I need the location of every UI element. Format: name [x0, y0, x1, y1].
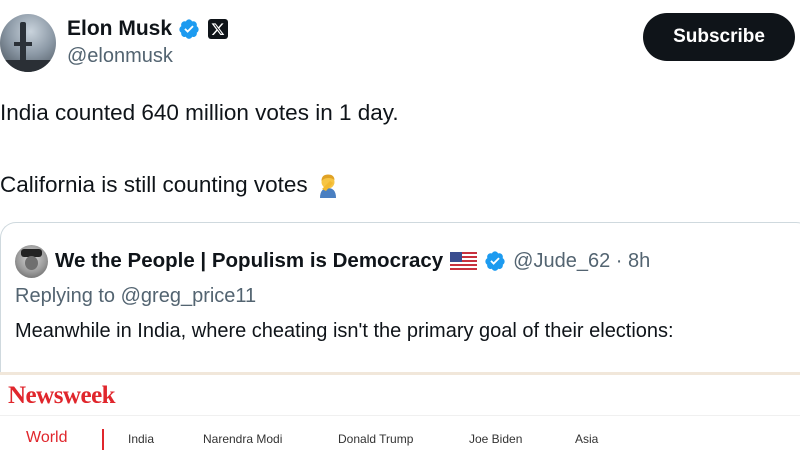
- newsweek-nav-world[interactable]: World: [26, 429, 68, 447]
- author-name-row: Elon Musk: [67, 15, 229, 43]
- quoted-tweet-header: We the People | Populism is Democracy @J…: [15, 244, 650, 278]
- quoted-author-avatar[interactable]: [15, 244, 48, 278]
- newsweek-nav-item[interactable]: Asia: [575, 432, 598, 446]
- verified-badge-icon: [485, 251, 505, 271]
- person-facepalming-emoji: [319, 174, 336, 198]
- newsweek-divider: [0, 415, 800, 416]
- x-logo-icon: [208, 19, 229, 39]
- author-avatar[interactable]: [0, 14, 56, 72]
- us-flag-icon: [450, 251, 478, 271]
- tweet-text-line-2: California is still counting votes: [0, 170, 340, 200]
- subscribe-button[interactable]: Subscribe: [643, 13, 795, 61]
- tweet-text-line-2-text: California is still counting votes: [0, 172, 308, 197]
- quoted-handle-and-time[interactable]: @Jude_62 · 8h: [513, 250, 650, 273]
- newsweek-nav-separator: [102, 429, 104, 450]
- newsweek-nav-item[interactable]: Donald Trump: [338, 432, 413, 446]
- author-handle[interactable]: @elonmusk: [67, 45, 173, 68]
- newsweek-nav-item[interactable]: India: [128, 432, 154, 446]
- newsweek-nav: World India Narendra Modi Donald Trump J…: [0, 429, 800, 450]
- quoted-tweet-text: Meanwhile in India, where cheating isn't…: [15, 320, 674, 342]
- tweet-text-line-1: India counted 640 million votes in 1 day…: [0, 100, 399, 125]
- verified-badge-icon: [179, 19, 199, 39]
- newsweek-preview[interactable]: Newsweek World India Narendra Modi Donal…: [0, 372, 800, 450]
- newsweek-nav-item[interactable]: Joe Biden: [469, 432, 522, 446]
- quoted-author-name[interactable]: We the People | Populism is Democracy: [55, 249, 443, 273]
- author-name[interactable]: Elon Musk: [67, 17, 172, 41]
- tweet-header: Elon Musk @elonmusk Subscribe: [0, 0, 800, 80]
- newsweek-nav-item[interactable]: Narendra Modi: [203, 432, 282, 446]
- newsweek-logo: Newsweek: [8, 382, 116, 409]
- replying-to-text[interactable]: Replying to @greg_price11: [15, 285, 256, 308]
